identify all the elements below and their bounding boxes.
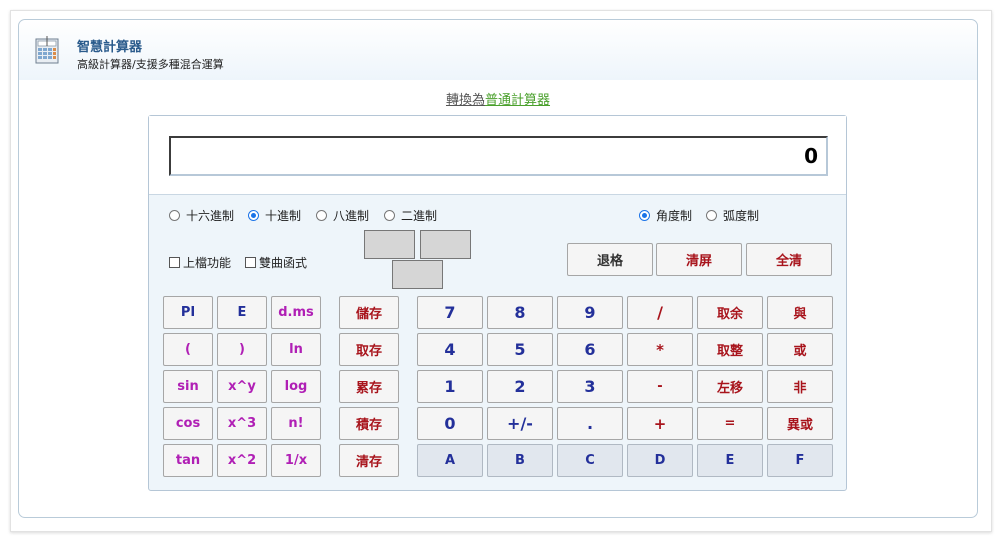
key-equals-button[interactable]: = [697,407,763,440]
key-divide-button[interactable]: / [627,296,693,329]
fn-open-paren-button[interactable]: ( [163,333,213,366]
key-subtract-button[interactable]: - [627,370,693,403]
app-subtitle: 高級計算器/支援多種混合運算 [77,58,224,71]
key-negate-button[interactable]: +/- [487,407,553,440]
radio-label: 十進制 [265,209,302,223]
key-hex-a-button[interactable]: A [417,444,483,477]
status-indicator [392,260,443,289]
radio-dot[interactable] [316,210,327,221]
key-hex-e-button[interactable]: E [697,444,763,477]
key-hex-d-button[interactable]: D [627,444,693,477]
clear-entry-button[interactable]: 清屏 [656,243,742,276]
memory-clear-button[interactable]: 清存 [339,444,399,477]
fn-factorial-button[interactable]: n! [271,407,321,440]
backspace-button[interactable]: 退格 [567,243,653,276]
radio-label: 角度制 [656,209,693,223]
key-or-button[interactable]: 或 [767,333,833,366]
calculator-icon [35,36,59,64]
key-1-button[interactable]: 1 [417,370,483,403]
key-3-button[interactable]: 3 [557,370,623,403]
radio-label: 八進制 [333,209,370,223]
fn-e-button[interactable]: E [217,296,267,329]
app-title: 智慧計算器 [77,40,143,55]
key-xor-button[interactable]: 異或 [767,407,833,440]
memory-recall-button[interactable]: 取存 [339,333,399,366]
radio-hex[interactable]: 十六進制 [169,207,234,224]
radio-degree[interactable]: 角度制 [639,207,692,224]
calculator-body: 0 十六進制 十進制 八進制 二進制 角度制 弧度制 上檔功能 雙曲函式 退格 … [148,115,847,491]
memory-store-button[interactable]: 儲存 [339,296,399,329]
checkbox-label: 上檔功能 [183,256,232,270]
key-int-button[interactable]: 取整 [697,333,763,366]
clear-all-button[interactable]: 全清 [746,243,832,276]
key-7-button[interactable]: 7 [417,296,483,329]
key-not-button[interactable]: 非 [767,370,833,403]
fn-pow-button[interactable]: x^y [217,370,267,403]
key-8-button[interactable]: 8 [487,296,553,329]
radio-bin[interactable]: 二進制 [384,207,437,224]
fn-pi-button[interactable]: PI [163,296,213,329]
checkbox-hyperbolic[interactable]: 雙曲函式 [245,254,307,271]
key-shift-left-button[interactable]: 左移 [697,370,763,403]
key-6-button[interactable]: 6 [557,333,623,366]
key-0-button[interactable]: 0 [417,407,483,440]
panel-header: 智慧計算器 高級計算器/支援多種混合運算 [19,20,977,80]
radio-label: 二進制 [401,209,438,223]
display-area: 0 [149,116,846,195]
fn-cos-button[interactable]: cos [163,407,213,440]
fn-reciprocal-button[interactable]: 1/x [271,444,321,477]
key-5-button[interactable]: 5 [487,333,553,366]
key-hex-b-button[interactable]: B [487,444,553,477]
fn-dms-button[interactable]: d.ms [271,296,321,329]
switch-link-target[interactable]: 普通計算器 [485,93,550,108]
key-mod-button[interactable]: 取余 [697,296,763,329]
key-decimal-button[interactable]: . [557,407,623,440]
radio-oct[interactable]: 八進制 [316,207,369,224]
radio-label: 十六進制 [186,209,235,223]
checkbox-shift[interactable]: 上檔功能 [169,254,231,271]
key-multiply-button[interactable]: * [627,333,693,366]
radio-dot[interactable] [384,210,395,221]
key-hex-f-button[interactable]: F [767,444,833,477]
switch-calculator-link[interactable]: 轉換為普通計算器 [0,89,996,108]
key-2-button[interactable]: 2 [487,370,553,403]
key-9-button[interactable]: 9 [557,296,623,329]
radio-dec[interactable]: 十進制 [248,207,301,224]
radio-radian[interactable]: 弧度制 [706,207,759,224]
fn-tan-button[interactable]: tan [163,444,213,477]
radio-dot[interactable] [169,210,180,221]
radio-dot-selected[interactable] [639,210,650,221]
memory-multiply-button[interactable]: 積存 [339,407,399,440]
fn-square-button[interactable]: x^2 [217,444,267,477]
fn-log-button[interactable]: log [271,370,321,403]
checkbox-label: 雙曲函式 [259,256,308,270]
fn-close-paren-button[interactable]: ) [217,333,267,366]
checkbox-box[interactable] [245,257,256,268]
switch-link-prefix[interactable]: 轉換為 [446,93,485,108]
key-hex-c-button[interactable]: C [557,444,623,477]
radio-label: 弧度制 [723,209,760,223]
memory-add-button[interactable]: 累存 [339,370,399,403]
radio-dot[interactable] [706,210,717,221]
checkbox-box[interactable] [169,257,180,268]
radio-dot-selected[interactable] [248,210,259,221]
result-display[interactable]: 0 [169,136,828,176]
fn-ln-button[interactable]: ln [271,333,321,366]
fn-sin-button[interactable]: sin [163,370,213,403]
key-add-button[interactable]: + [627,407,693,440]
bracket-indicator [420,230,471,259]
memory-indicator [364,230,415,259]
key-4-button[interactable]: 4 [417,333,483,366]
key-and-button[interactable]: 與 [767,296,833,329]
fn-cube-button[interactable]: x^3 [217,407,267,440]
